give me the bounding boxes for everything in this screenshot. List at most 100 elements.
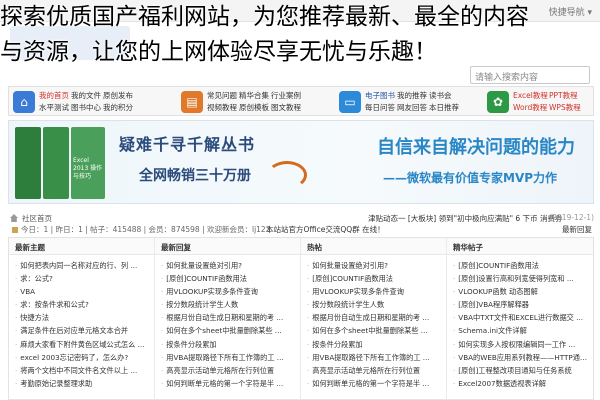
nav-link[interactable]: 图书中心 bbox=[71, 102, 103, 114]
nav-link[interactable]: 我的首页 bbox=[39, 90, 71, 102]
list-item[interactable]: 用VLOOKUP实现多条件查询 bbox=[161, 285, 296, 298]
nav-link[interactable]: 原创模板 bbox=[239, 102, 271, 114]
category-nav: ⌂ 我的首页 我的文件 原创发布 水平测试 图书中心 我的积分 ▤ 常见问题 精华合集 行业… bbox=[8, 86, 594, 116]
nav-group-office: ✿ Excel教程PPT教程 Word教程 WPS教程 bbox=[487, 89, 591, 115]
column-latest-topics: 最新主题 如何把表内同一名称对应的行、列 ... 求：公式? VBA 求：按条件… bbox=[9, 238, 155, 400]
quick-nav-link[interactable]: 快捷导航 ▾ bbox=[549, 5, 592, 18]
list-item[interactable]: 按条件分段累加 bbox=[161, 338, 296, 351]
search-input[interactable]: 请输入搜索内容 bbox=[470, 66, 590, 84]
list-item[interactable]: 高亮显示活动单元格所在行列位置 bbox=[307, 364, 442, 377]
site-logo[interactable] bbox=[10, 26, 130, 60]
list-item[interactable]: 用VBA提取路径下所有工作簿的工 ... bbox=[307, 351, 442, 364]
list-item[interactable]: VBA bbox=[15, 285, 150, 298]
list-item[interactable]: [原创]COUNTIF函数用法 bbox=[453, 259, 589, 272]
nav-link[interactable]: WPS教程 bbox=[549, 102, 585, 114]
nav-group-content: ▤ 常见问题 精华合集 行业案例 视频教程 原创模板 图文教程 bbox=[181, 89, 321, 115]
list-item[interactable]: 如何批量设置绝对引用? bbox=[307, 259, 442, 272]
forum-page: 快捷导航 ▾ 请输入搜索内容 ⌂ 我的首页 我的文件 原创发布 水平测试 图书中心 我的… bbox=[0, 0, 600, 400]
list-item[interactable]: 如何判断单元格的第一个字符是半 ... bbox=[307, 377, 442, 390]
book-cover-label: Excel 2013 操作与技巧 bbox=[73, 157, 103, 180]
nav-link[interactable]: 本日推荐 bbox=[429, 102, 461, 114]
list-item[interactable]: [原创]VBA程序解释器 bbox=[453, 298, 589, 311]
book-cover bbox=[15, 127, 41, 199]
list-item[interactable]: 用VLOOKUP实现多条件查询 bbox=[307, 285, 442, 298]
list-item[interactable]: 如何在多个sheet中批量删除某些 ... bbox=[307, 324, 442, 337]
list-item[interactable]: 按分数段统计学生人数 bbox=[307, 298, 442, 311]
banner-slogan: 自信来自解决问题的能力 bbox=[377, 137, 575, 158]
nav-link[interactable]: 每日问答 bbox=[365, 102, 397, 114]
column-title: 最新主题 bbox=[9, 238, 154, 255]
home-icon[interactable] bbox=[10, 214, 18, 222]
list-item[interactable]: Excel2007数据透视表详解 bbox=[453, 377, 589, 390]
nav-link[interactable]: 我的文件 bbox=[71, 90, 103, 102]
list-item[interactable]: 麻烦大家看下附件黄色区域公式怎么 ... bbox=[15, 338, 150, 351]
nav-link[interactable]: Excel教程 bbox=[513, 90, 549, 102]
forum-stats: 今日：1 | 昨日：1 | 帖子：415488 | 会员：874598 | 欢迎… bbox=[8, 222, 594, 238]
column-title: 最新回复 bbox=[155, 238, 300, 255]
list-item[interactable]: 高亮显示活动单元格所在行列位置 bbox=[161, 364, 296, 377]
banner-slogan-sub: ——微软最有价值专家MVP力作 bbox=[383, 171, 558, 185]
banner-title: 疑难千寻千解丛书 bbox=[119, 135, 256, 154]
list-item[interactable]: 将两个文档中不同文件名文件以上 ... bbox=[15, 364, 150, 377]
grid-icon bbox=[12, 227, 18, 233]
nav-group-personal: ⌂ 我的首页 我的文件 原创发布 水平测试 图书中心 我的积分 bbox=[13, 89, 153, 115]
promo-banner[interactable]: Excel 2013 操作与技巧 疑难千寻千解丛书 全网畅销三十万册 自信来自解… bbox=[8, 120, 594, 204]
list-item[interactable]: 如何批量设置绝对引用? bbox=[161, 259, 296, 272]
column-hot-posts: 热帖 如何批量设置绝对引用? [原创]COUNTIF函数用法 用VLOOKUP实… bbox=[301, 238, 447, 400]
top-bar: 快捷导航 ▾ bbox=[0, 0, 600, 22]
column-title: 热帖 bbox=[301, 238, 446, 255]
latest-replies-link[interactable]: 最新回复 bbox=[562, 224, 592, 235]
topic-columns: 最新主题 如何把表内同一名称对应的行、列 ... 求：公式? VBA 求：按条件… bbox=[8, 238, 594, 400]
nav-link[interactable]: 我的积分 bbox=[103, 102, 135, 114]
list-item[interactable]: [原创]COUNTIF函数用法 bbox=[307, 272, 442, 285]
book-cover bbox=[43, 127, 69, 199]
list-item[interactable]: 如何判断单元格的第一个字符是半 ... bbox=[161, 377, 296, 390]
news-date: (2019-12-1) bbox=[549, 213, 594, 222]
list-item[interactable]: 如何实现多人按权限编辑同一工作 ... bbox=[453, 338, 589, 351]
column-featured: 精华帖子 [原创]COUNTIF函数用法 [原创]设置行高和列宽使得列宽和 ..… bbox=[447, 238, 593, 400]
list-item[interactable]: 考勤原始记录整理求助 bbox=[15, 377, 150, 390]
list-item[interactable]: 求：公式? bbox=[15, 272, 150, 285]
list-item[interactable]: 满足条件在后对应单元格文本合并 bbox=[15, 324, 150, 337]
list-item[interactable]: 求：按条件求和公式? bbox=[15, 298, 150, 311]
list-item[interactable]: [原创]COUNTIF函数用法 bbox=[161, 272, 296, 285]
home-icon: ⌂ bbox=[13, 91, 35, 113]
nav-link[interactable]: Word教程 bbox=[513, 102, 549, 114]
list-item[interactable]: VBA的WEB应用系列教程——HTTP通 ... bbox=[453, 351, 589, 364]
list-item[interactable]: 根据月份自动生成日期和星期的考 ... bbox=[307, 311, 442, 324]
book-icon: ▤ bbox=[181, 91, 203, 113]
nav-link[interactable]: 电子图书 bbox=[365, 90, 397, 102]
nav-link[interactable]: 图文教程 bbox=[271, 102, 303, 114]
list-item[interactable]: Schema.ini文件详解 bbox=[453, 324, 589, 337]
book-cover: Excel 2013 操作与技巧 bbox=[71, 127, 105, 199]
list-item[interactable]: 按分数段统计学生人数 bbox=[161, 298, 296, 311]
list-item[interactable]: [原创]工程整改项目通知与任务系统 bbox=[453, 364, 589, 377]
monitor-icon: ▭ bbox=[339, 91, 361, 113]
list-item[interactable]: 按条件分段累加 bbox=[307, 338, 442, 351]
banner-subtitle: 全网畅销三十万册 bbox=[139, 168, 251, 184]
nav-link[interactable]: PPT教程 bbox=[549, 90, 585, 102]
nav-group-books: ▭ 电子图书 我的推荐 读书会 每日问答 网友回答 本日推荐 bbox=[339, 89, 479, 115]
nav-link[interactable]: 读书会 bbox=[429, 90, 461, 102]
nav-link[interactable]: 精华合集 bbox=[239, 90, 271, 102]
list-item[interactable]: 用VBA提取路径下所有工作簿的工 ... bbox=[161, 351, 296, 364]
list-item[interactable]: VLOOKUP函数 动态图解 bbox=[453, 285, 589, 298]
swirl-decoration bbox=[267, 161, 307, 189]
list-item[interactable]: 根据月份自动生成日期和星期的考 ... bbox=[161, 311, 296, 324]
list-item[interactable]: 快捷方法 bbox=[15, 311, 150, 324]
nav-link[interactable]: 我的推荐 bbox=[397, 90, 429, 102]
list-item[interactable]: [原创]设置行高和列宽使得列宽和 ... bbox=[453, 272, 589, 285]
nav-link[interactable]: 行业案例 bbox=[271, 90, 303, 102]
stats-text: 今日：1 | 昨日：1 | 帖子：415488 | 会员：874598 | 欢迎… bbox=[21, 225, 271, 234]
qq-group-link[interactable]: 本站站官方Office交流QQ群 在线！ bbox=[266, 224, 385, 235]
nav-link[interactable]: 视频教程 bbox=[207, 102, 239, 114]
nav-link[interactable]: 水平测试 bbox=[39, 102, 71, 114]
list-item[interactable]: 如何把表内同一名称对应的行、列 ... bbox=[15, 259, 150, 272]
list-item[interactable]: excel 2003忘记密码了，怎么办? bbox=[15, 351, 150, 364]
nav-link[interactable]: 原创发布 bbox=[103, 90, 135, 102]
nav-link[interactable]: 网友回答 bbox=[397, 102, 429, 114]
list-item[interactable]: 如何在多个sheet中批量删除某些 ... bbox=[161, 324, 296, 337]
office-icon: ✿ bbox=[487, 91, 509, 113]
nav-link[interactable]: 常见问题 bbox=[207, 90, 239, 102]
list-item[interactable]: VBA中TXT文件和EXCEL进行数据交 ... bbox=[453, 311, 589, 324]
